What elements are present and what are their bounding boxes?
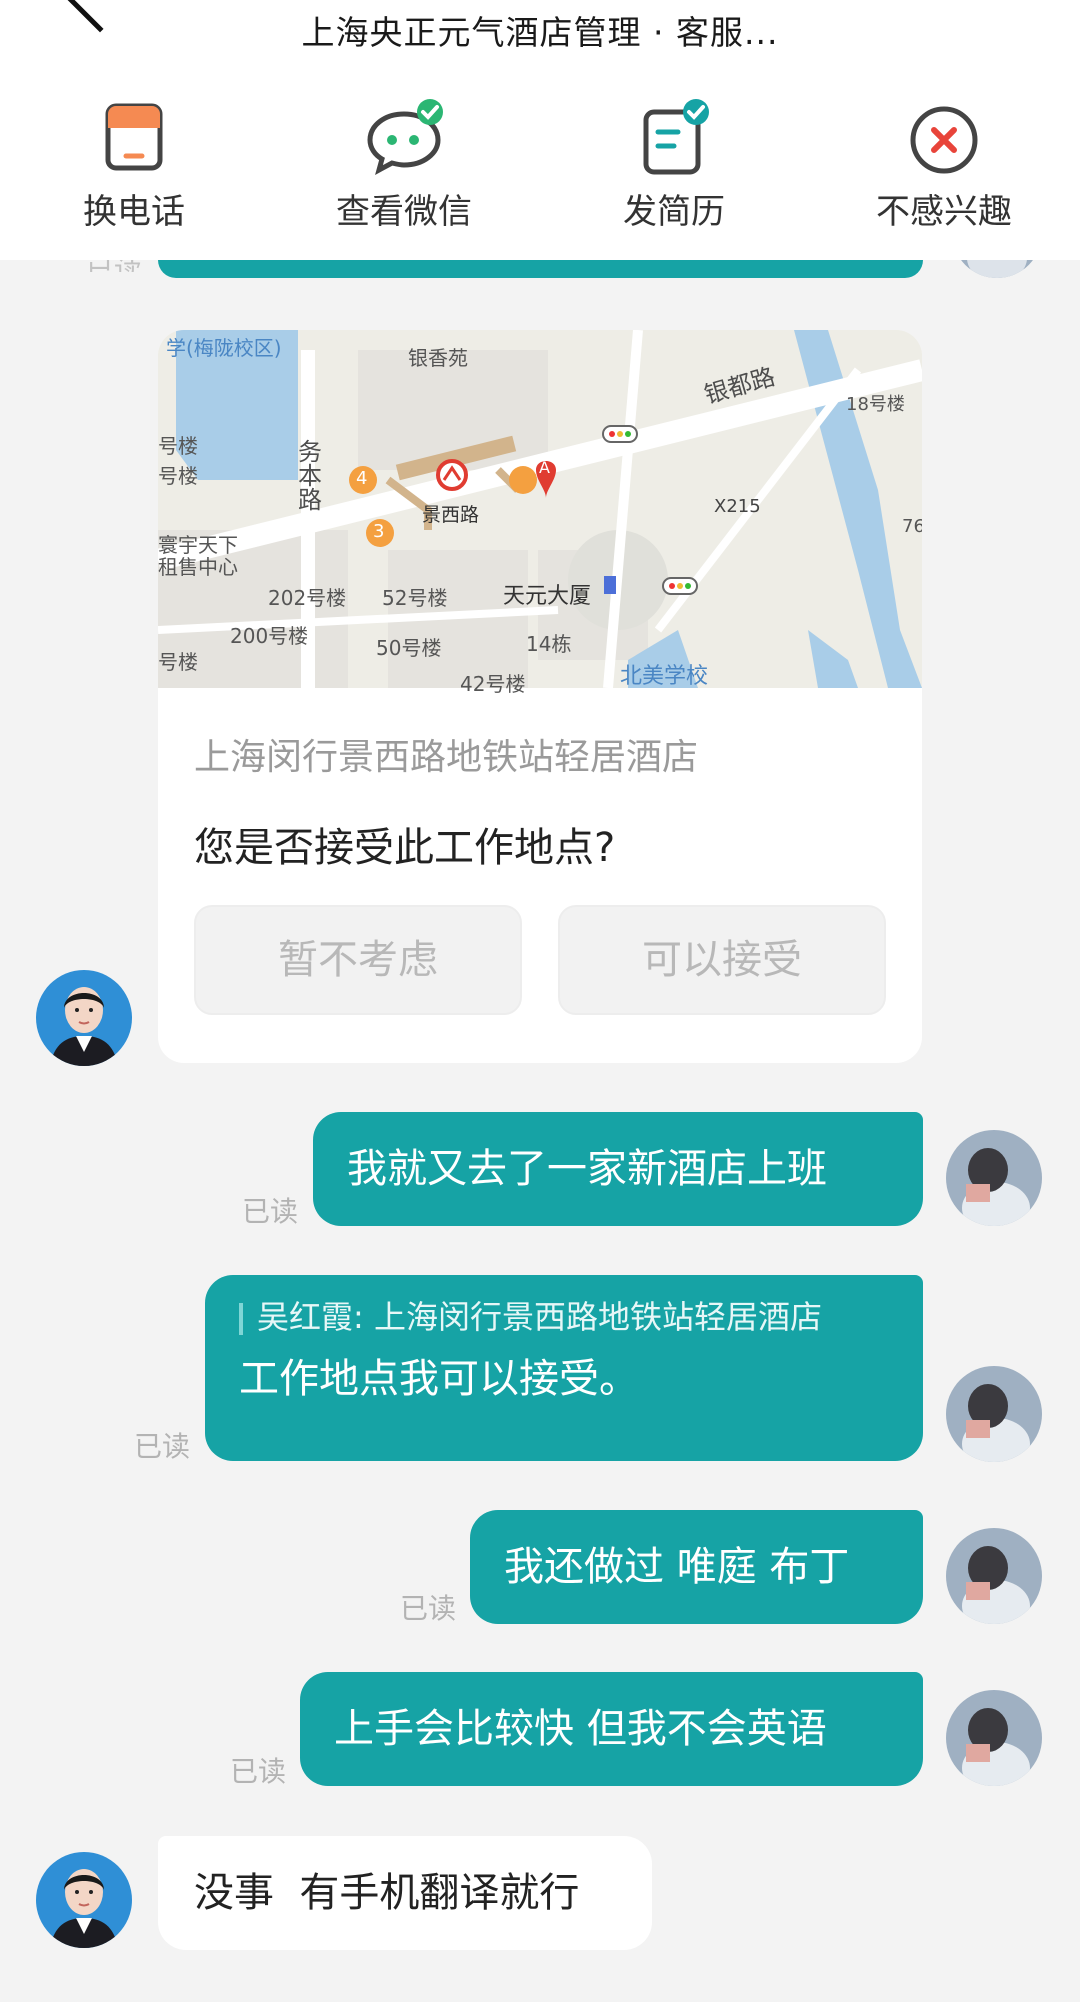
send-resume-button[interactable]: 发简历	[574, 92, 774, 242]
message-text: 我还做过 唯庭 布丁	[504, 1544, 850, 1590]
not-interested-icon	[910, 106, 978, 174]
read-status: 已读	[400, 1592, 457, 1625]
quote-bar	[239, 1303, 243, 1335]
map-label-b202: 202号楼	[268, 586, 347, 610]
send-resume-label: 发简历	[623, 192, 725, 232]
view-wechat-label: 查看微信	[336, 192, 472, 232]
resume-icon	[643, 99, 709, 175]
map-label-rent-center: 寰宇天下 租售中心	[158, 533, 238, 579]
my-avatar[interactable]	[946, 1130, 1042, 1226]
chat-title: 上海央正元气酒店管理 · 客服...	[301, 13, 779, 52]
location-map[interactable]: 学(梅陇校区) 银香苑 银都路 18号楼 号楼 号楼 务本路 4 3 A 景西路…	[158, 330, 922, 696]
map-exit-3: 3	[373, 521, 385, 542]
map-label-lou-2: 号楼	[158, 464, 198, 488]
map-label-tianyuan: 天元大厦	[503, 584, 592, 609]
location-question: 您是否接受此工作地点?	[194, 825, 616, 871]
map-label-wuben-road: 务本路	[298, 438, 322, 514]
recruiter-avatar[interactable]	[36, 970, 132, 1066]
read-status: 已读	[134, 1430, 191, 1463]
location-place-name: 上海闵行景西路地铁站轻居酒店	[194, 737, 699, 778]
map-label-station: 景西路	[422, 504, 480, 526]
recruiter-avatar[interactable]	[36, 1852, 132, 1948]
message-bubble-out[interactable]: 上手会比较快 但我不会英语	[300, 1672, 923, 1786]
quoted-text: 吴红霞: 上海闵行景西路地铁站轻居酒店	[257, 1298, 822, 1336]
read-status: 已读	[230, 1755, 287, 1788]
map-label-b52: 52号楼	[382, 586, 448, 610]
map-label-76: 76	[902, 516, 922, 537]
map-label-lou-3: 号楼	[158, 650, 198, 674]
message-text: 工作地点我可以接受。	[239, 1356, 639, 1402]
not-interested-button[interactable]: 不感兴趣	[844, 92, 1044, 242]
message-bubble-out[interactable]: 我就又去了一家新酒店上班	[313, 1112, 923, 1226]
my-avatar[interactable]	[946, 1690, 1042, 1786]
map-label-b200: 200号楼	[230, 624, 309, 648]
map-label-beimei: 北美学校	[620, 664, 709, 689]
quoted-message: 吴红霞: 上海闵行景西路地铁站轻居酒店	[239, 1295, 889, 1339]
map-label-lou-1: 号楼	[158, 434, 198, 458]
map-label-b50: 50号楼	[376, 636, 442, 660]
accept-location-button[interactable]: 可以接受	[558, 905, 886, 1015]
phone-card-icon	[105, 103, 163, 171]
chat-header: 上海央正元气酒店管理 · 客服... 换电话 查看微信 发简历 不感兴趣	[0, 0, 1080, 260]
decline-location-button[interactable]: 暂不考虑	[194, 905, 522, 1015]
my-avatar[interactable]	[946, 1366, 1042, 1462]
map-label-x215: X215	[714, 496, 761, 517]
map-label-school: 学(梅陇校区)	[166, 336, 282, 360]
wechat-bubble-icon	[367, 99, 443, 175]
map-label-yinxiangyuan: 银香苑	[408, 346, 468, 370]
message-bubble-out[interactable]: 我还做过 唯庭 布丁	[470, 1510, 923, 1624]
message-bubble-out-quote[interactable]: 吴红霞: 上海闵行景西路地铁站轻居酒店 工作地点我可以接受。	[205, 1275, 923, 1461]
map-marker-a: A	[539, 458, 550, 477]
message-bubble-in[interactable]: 没事 有手机翻译就行	[158, 1836, 652, 1950]
action-bar: 换电话 查看微信 发简历 不感兴趣	[0, 92, 1080, 242]
map-label-building18: 18号楼	[846, 394, 905, 415]
location-card: 学(梅陇校区) 银香苑 银都路 18号楼 号楼 号楼 务本路 4 3 A 景西路…	[158, 330, 922, 1063]
view-wechat-button[interactable]: 查看微信	[304, 92, 504, 242]
message-text: 我就又去了一家新酒店上班	[347, 1146, 827, 1192]
change-phone-button[interactable]: 换电话	[34, 92, 234, 242]
map-label-b14: 14栋	[526, 632, 572, 656]
message-text: 上手会比较快 但我不会英语	[334, 1706, 827, 1752]
message-text: 没事 有手机翻译就行	[194, 1870, 580, 1916]
my-avatar[interactable]	[946, 1528, 1042, 1624]
read-status: 已读	[242, 1195, 299, 1228]
not-interested-label: 不感兴趣	[876, 192, 1012, 232]
change-phone-label: 换电话	[83, 192, 185, 232]
map-exit-4: 4	[356, 468, 368, 489]
map-label-b42: 42号楼	[460, 672, 526, 696]
